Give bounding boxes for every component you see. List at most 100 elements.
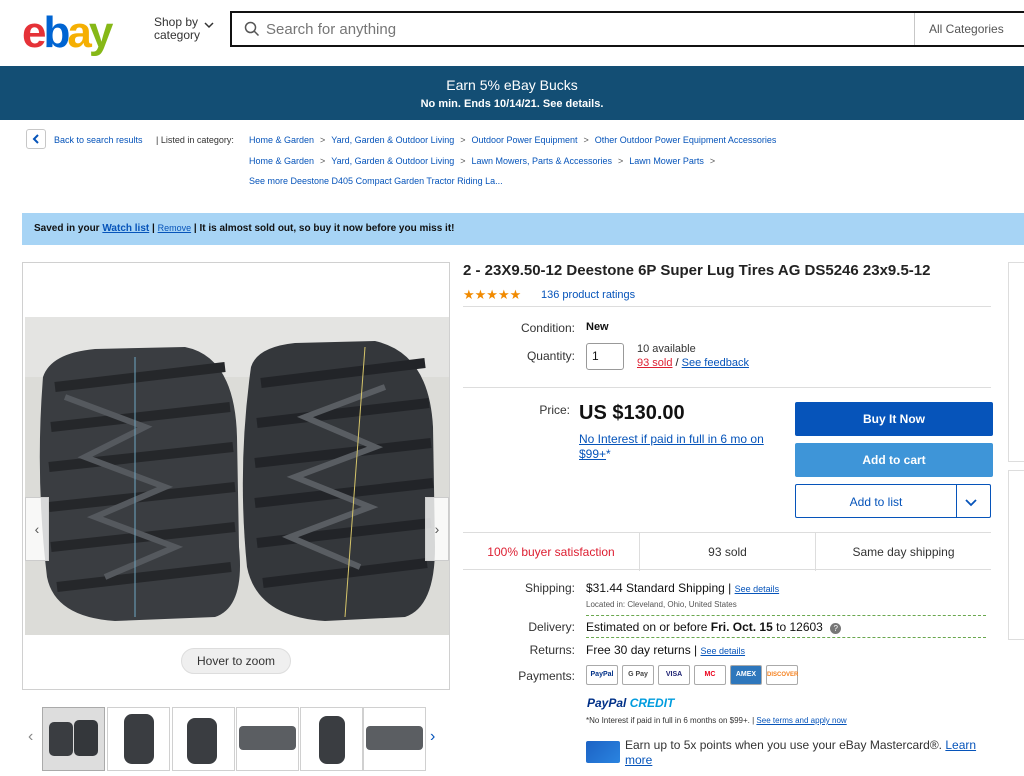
mastercard-icon: MC [694,665,726,685]
breadcrumb-separator: > [320,135,326,145]
next-image-button[interactable]: › [425,497,449,561]
logo-letter-y: y [88,8,114,57]
breadcrumb-separator: > [618,156,624,166]
ebay-logo[interactable]: ebay [22,8,114,58]
watchlist-message: | It is almost sold out, so buy it now b… [193,223,455,234]
breadcrumb-link[interactable]: Home & Garden [249,156,314,166]
thumbnail-3[interactable] [172,707,235,771]
thumbnail-strip: ‹ › [22,706,450,772]
returns-details-link[interactable]: See details [701,646,746,656]
add-to-list-label: Add to list [849,495,903,509]
shipping-method: Standard Shipping | [626,581,732,595]
chevron-right-icon: › [434,521,440,537]
returns-label: Returns: [529,643,575,657]
thumbnail-6[interactable] [363,707,426,771]
ratings-count-link[interactable]: 136 product ratings [541,289,635,301]
see-feedback-link[interactable]: See feedback [682,357,749,369]
promo-title: Earn 5% eBay Bucks [446,77,578,93]
divider [463,387,991,388]
breadcrumb-row-3: See more Deestone D405 Compact Garden Tr… [249,176,503,186]
chevron-down-icon[interactable] [204,20,214,30]
breadcrumb-separator: > [460,156,466,166]
discover-icon: DISCOVER [766,665,798,685]
chevron-left-icon: ‹ [34,521,40,537]
info-icon[interactable]: ? [830,623,842,634]
same-day-shipping-stat: Same day shipping [815,533,991,571]
dashed-divider [586,615,986,616]
logo-letter-b: b [43,8,70,57]
mastercard-offer-text: Earn up to 5x points when you use your e… [625,738,943,752]
chevron-down-icon[interactable] [964,495,978,509]
tire-thumbnail [301,708,362,770]
returns-value: Free 30 day returns | See details [586,643,745,657]
add-to-cart-button[interactable]: Add to cart [795,443,993,477]
side-panel-card [1008,262,1024,462]
search-icon [244,21,260,37]
breadcrumb-link[interactable]: Outdoor Power Equipment [471,135,577,145]
hover-to-zoom-label: Hover to zoom [181,648,291,674]
watch-list-link[interactable]: Watch list [102,223,149,234]
paypal-credit-logo: PayPal CREDIT [587,696,674,710]
add-to-list-button[interactable]: Add to list [795,484,991,518]
amex-icon: AMEX [730,665,762,685]
thumbs-next-arrow[interactable]: › [430,728,435,746]
available-count: 10 available [637,343,696,355]
product-photo[interactable]: ‹ › [25,317,449,635]
logo-letter-e: e [22,8,47,57]
back-button[interactable] [26,129,46,149]
breadcrumb-link[interactable]: Home & Garden [249,135,314,145]
google-pay-icon: G Pay [622,665,654,685]
ebay-mastercard-icon [586,741,620,763]
buy-it-now-button[interactable]: Buy It Now [795,402,993,436]
paypal-icon: PayPal [586,665,618,685]
promo-subtitle: No min. Ends 10/14/21. See details. [420,98,604,110]
returns-text: Free 30 day returns | [586,643,698,657]
thumbnail-1[interactable] [42,707,105,771]
price-value: US $130.00 [579,402,685,424]
search-input[interactable] [266,13,906,45]
search-bar: All Categories [230,11,1024,47]
star-rating[interactable]: ★★★★★ [463,287,521,303]
chevron-left-icon: ‹ [28,728,34,745]
delivery-prefix: Estimated on or before [586,620,708,634]
back-to-search-link[interactable]: Back to search results [54,135,143,145]
see-more-link[interactable]: See more Deestone D405 Compact Garden Tr… [249,176,503,186]
finance-note-sep: | [752,716,755,725]
previous-image-button[interactable]: ‹ [25,497,49,561]
breadcrumb-link[interactable]: Lawn Mower Parts [629,156,704,166]
breadcrumb-separator: > [320,156,326,166]
delivery-suffix: to 12603 [776,620,823,634]
shipping-label: Shipping: [524,581,575,595]
site-header: ebay Shop by category All Categories [0,0,1024,66]
watchlist-notice: Saved in your Watch list | Remove | It i… [22,213,1024,245]
thumbnail-2[interactable] [107,707,170,771]
divider [463,306,991,307]
quantity-label: Quantity: [526,349,575,363]
shop-by-category-button[interactable]: Shop by category [154,16,200,42]
paypal-credit-word-1: PayPal [587,696,627,710]
thumbnail-5[interactable] [300,707,363,771]
quantity-input[interactable]: 1 [586,343,624,370]
remove-link[interactable]: Remove [158,223,192,233]
sold-count-link[interactable]: 93 sold [637,357,672,369]
watchlist-sep: | [152,223,155,234]
breadcrumb-row-2: Home & Garden > Yard, Garden & Outdoor Liv… [249,156,721,166]
watchlist-prefix: Saved in your [34,223,100,234]
thumbs-prev-arrow[interactable]: ‹ [28,728,33,746]
shipping-details-link[interactable]: See details [735,584,780,594]
thumbnail-4[interactable] [236,707,299,771]
dashed-divider [586,637,986,638]
category-select[interactable]: All Categories [929,22,1004,36]
tire-thumbnail [108,708,169,770]
breadcrumb-link[interactable]: Other Outdoor Power Equipment Accessorie… [595,135,777,145]
breadcrumb-link[interactable]: Yard, Garden & Outdoor Living [331,156,454,166]
slash-separator: / [675,357,679,369]
breadcrumb-link[interactable]: Lawn Mowers, Parts & Accessories [471,156,612,166]
logo-letter-a: a [67,8,92,57]
visa-icon: VISA [658,665,690,685]
see-terms-link[interactable]: See terms and apply now [756,716,846,725]
breadcrumb-link[interactable]: Yard, Garden & Outdoor Living [331,135,454,145]
payments-label: Payments: [518,669,575,683]
tire-thumbnail [364,708,425,770]
promo-banner[interactable]: Earn 5% eBay Bucks No min. Ends 10/14/21… [0,66,1024,120]
